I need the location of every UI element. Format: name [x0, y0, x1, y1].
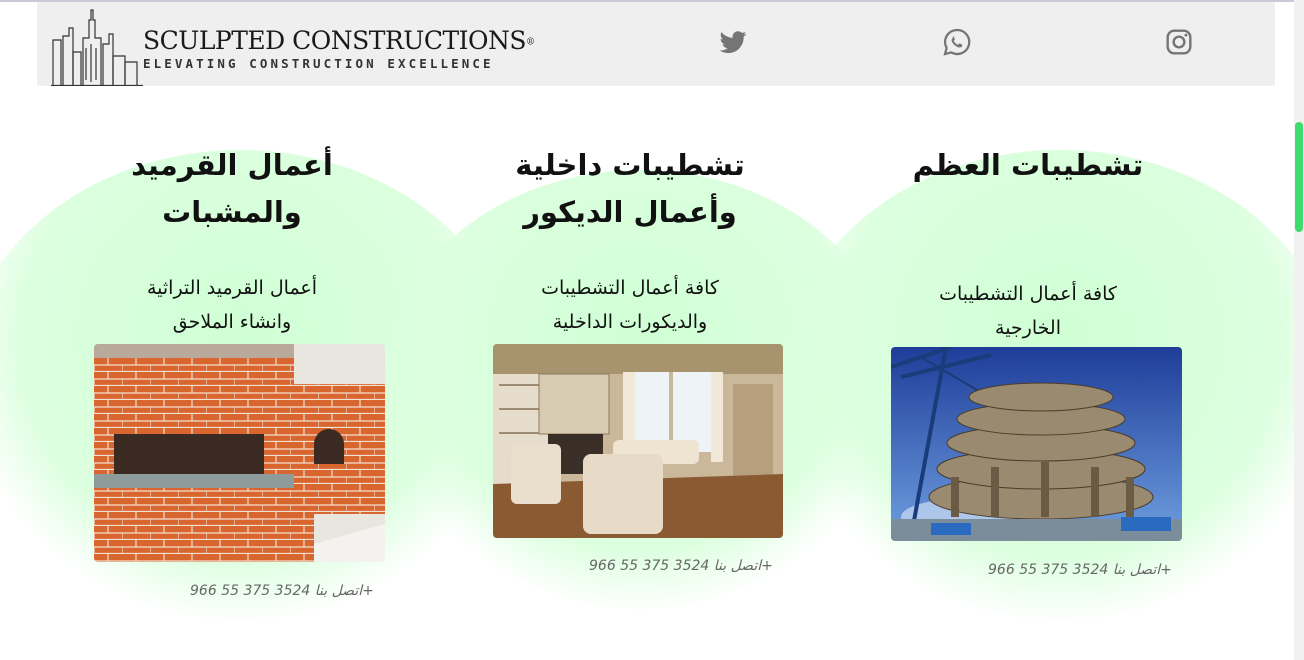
- service-description: كافة أعمال التشطيبات والديكورات الداخلية: [541, 277, 719, 333]
- contact-phone[interactable]: اتصل بنا 3524 375 55 966+: [589, 558, 773, 574]
- contact-phone[interactable]: اتصل بنا 3524 375 55 966+: [988, 562, 1172, 578]
- service-card: تشطيبات العظم كافة أعمال التشطيبات الخار…: [882, 142, 1174, 345]
- service-title: أعمال القرميد والمشبات: [131, 148, 333, 229]
- logo[interactable]: SCULPTED CONSTRUCTIONS® ELEVATING CONSTR…: [51, 8, 535, 86]
- contact-phone[interactable]: اتصل بنا 3524 375 55 966+: [190, 583, 374, 599]
- brick-fireplace-photo: [94, 344, 385, 562]
- service-description: كافة أعمال التشطيبات الخارجية: [939, 283, 1117, 339]
- site-header: SCULPTED CONSTRUCTIONS® ELEVATING CONSTR…: [37, 2, 1275, 86]
- service-title: تشطيبات العظم: [912, 148, 1144, 182]
- twitter-icon[interactable]: [717, 26, 749, 58]
- scrollbar[interactable]: [1294, 0, 1304, 660]
- building-under-construction-photo: [891, 347, 1182, 541]
- logo-tagline: ELEVATING CONSTRUCTION EXCELLENCE: [143, 56, 494, 71]
- whatsapp-icon[interactable]: [941, 26, 973, 58]
- logo-title: SCULPTED CONSTRUCTIONS®: [143, 26, 535, 55]
- interior-living-room-photo: [493, 344, 783, 538]
- service-card: تشطيبات داخلية وأعمال الديكور كافة أعمال…: [484, 142, 776, 339]
- skyline-icon: [51, 9, 143, 86]
- instagram-icon[interactable]: [1163, 26, 1195, 58]
- scrollbar-thumb[interactable]: [1295, 122, 1303, 232]
- service-title: تشطيبات داخلية وأعمال الديكور: [515, 148, 745, 229]
- service-description: أعمال القرميد التراثية وانشاء الملاحق: [146, 277, 318, 333]
- service-card: أعمال القرميد والمشبات أعمال القرميد الت…: [86, 142, 378, 339]
